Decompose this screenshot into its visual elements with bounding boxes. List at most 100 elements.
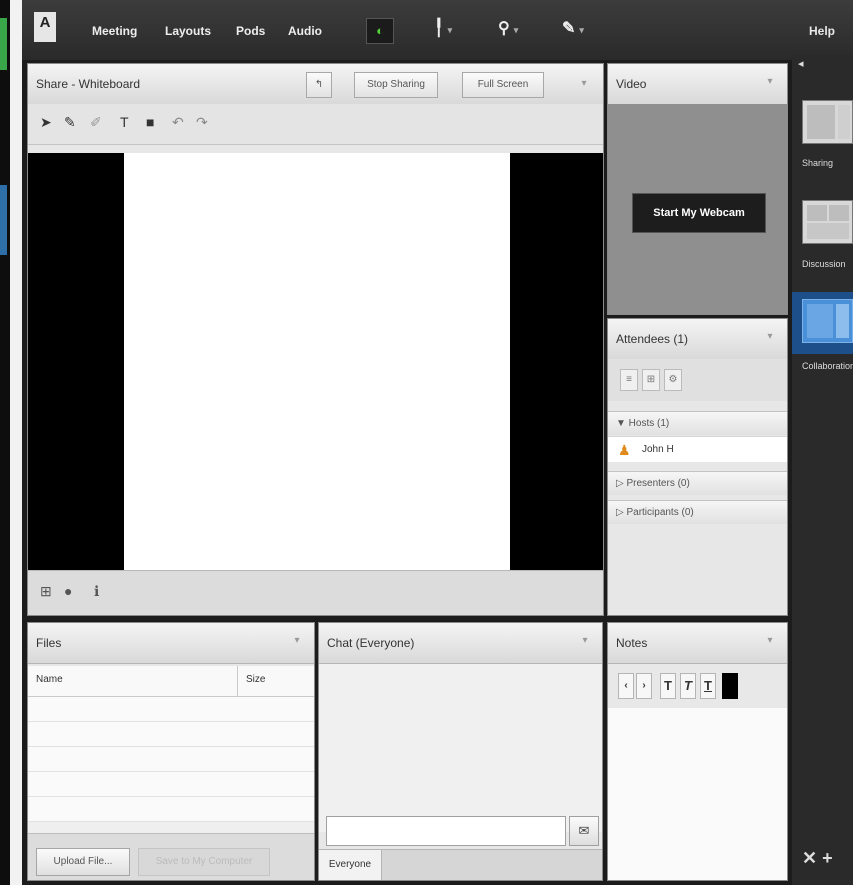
save-to-computer-button[interactable]: Save to My Computer <box>138 848 270 876</box>
italic-icon[interactable]: T <box>680 673 696 699</box>
share-pod-header: Share - Whiteboard ↰ Stop Sharing Full S… <box>28 64 603 105</box>
files-table-header: Name Size <box>28 666 314 697</box>
stop-sharing-button[interactable]: Stop Sharing <box>354 72 438 98</box>
undo-tool-icon[interactable]: ↶ <box>172 114 184 131</box>
start-webcam-button[interactable]: Start My Webcam <box>632 193 766 233</box>
adobe-logo-icon: A <box>34 12 56 42</box>
full-screen-button[interactable]: Full Screen <box>462 72 544 98</box>
attendees-toolbar: ≡ ⊞ ⚙ <box>608 359 787 401</box>
whiteboard-page[interactable] <box>124 153 510 572</box>
notes-toolbar: ‹ › T T T <box>608 664 787 708</box>
presenters-group[interactable]: ▷ Presenters (0) <box>608 471 787 495</box>
host-user-icon: ♟ <box>618 442 631 458</box>
attendee-row[interactable]: ♟ John H <box>608 436 787 462</box>
list-item <box>28 772 314 797</box>
add-layout-icon[interactable]: ✕ + <box>802 848 833 869</box>
video-pod: Video ▾ Start My Webcam <box>607 63 788 315</box>
menu-help[interactable]: Help <box>809 24 835 38</box>
chat-input[interactable] <box>326 816 566 846</box>
participants-group[interactable]: ▷ Participants (0) <box>608 500 787 524</box>
connection-status-icon[interactable]: ◐ <box>366 18 394 44</box>
column-divider <box>237 666 238 696</box>
menu-pods[interactable]: Pods <box>236 24 265 38</box>
notes-text-area[interactable] <box>608 708 787 880</box>
pod-menu-icon[interactable]: ▾ <box>761 331 779 345</box>
people-icon[interactable]: ⚲ ▾ <box>498 18 518 38</box>
collapse-arrow-icon[interactable]: ◂ <box>798 57 804 70</box>
files-list[interactable] <box>28 697 314 833</box>
files-pod-header: Files ▾ <box>28 623 314 664</box>
attendees-pod: Attendees (1) ▾ ≡ ⊞ ⚙ ▼ Hosts (1) ♟ John… <box>607 318 788 616</box>
chat-tabs: Everyone <box>319 849 602 880</box>
tab-everyone[interactable]: Everyone <box>319 850 382 880</box>
highlighter-tool-icon[interactable]: ✐ <box>90 114 102 131</box>
left-edge-strip <box>0 0 22 885</box>
send-message-icon[interactable]: ✉ <box>569 816 599 846</box>
text-tool-icon[interactable]: T <box>120 114 129 130</box>
raise-hand-icon[interactable]: ╿ ▾ <box>434 18 452 38</box>
grid-view-icon[interactable]: ⊞ <box>642 369 660 391</box>
video-area: Start My Webcam <box>608 104 787 314</box>
pod-menu-icon[interactable]: ▾ <box>761 76 779 90</box>
chat-messages <box>319 664 602 832</box>
files-pod-title: Files <box>36 636 62 650</box>
attendees-pod-title: Attendees (1) <box>616 332 689 346</box>
files-footer: Upload File... Save to My Computer <box>28 833 314 880</box>
text-color-icon[interactable] <box>722 673 738 699</box>
layout-thumbnail-sharing[interactable] <box>802 100 853 144</box>
layout-label: Sharing <box>802 158 834 168</box>
files-pod: Files ▾ Name Size Upload File... Save to… <box>27 622 315 881</box>
layout-label: Discussion <box>802 259 846 269</box>
selection-tool-icon[interactable]: ➤ <box>40 114 52 131</box>
font-decrease-icon[interactable]: ‹ <box>618 673 634 699</box>
pod-menu-icon[interactable]: ▾ <box>575 78 593 92</box>
chat-pod: Chat (Everyone) ▾ ✉ Everyone <box>318 622 603 881</box>
layout-thumbnail-collaboration[interactable] <box>802 299 853 343</box>
layout-label: Collaboration <box>802 361 853 371</box>
share-pod-footer: ⊞ ● ℹ <box>28 570 603 615</box>
chat-pod-title: Chat (Everyone) <box>327 636 415 650</box>
list-item <box>28 747 314 772</box>
column-size[interactable]: Size <box>246 674 265 685</box>
video-pod-header: Video ▾ <box>608 64 787 105</box>
bold-icon[interactable]: T <box>660 673 676 699</box>
blue-indicator <box>0 185 7 255</box>
menu-layouts[interactable]: Layouts <box>165 24 211 38</box>
color-icon[interactable]: ● <box>64 583 72 599</box>
underline-icon[interactable]: T <box>700 673 716 699</box>
share-pod-title: Share - Whiteboard <box>36 77 141 91</box>
pen-icon[interactable]: ✎ ▾ <box>562 18 584 38</box>
window-edge <box>10 0 22 885</box>
hosts-group[interactable]: ▼ Hosts (1) <box>608 411 787 435</box>
share-pod: Share - Whiteboard ↰ Stop Sharing Full S… <box>27 63 604 616</box>
pencil-tool-icon[interactable]: ✎ <box>64 114 76 131</box>
list-view-icon[interactable]: ≡ <box>620 369 638 391</box>
info-icon[interactable]: ℹ <box>94 583 99 600</box>
green-indicator <box>0 18 7 70</box>
whiteboard-canvas <box>28 153 603 572</box>
attendees-pod-header: Attendees (1) ▾ <box>608 319 787 360</box>
menu-meeting[interactable]: Meeting <box>92 24 137 38</box>
menu-bar: A Meeting Layouts Pods Audio ◐ ╿ ▾ ⚲ ▾ ✎ ▾ … <box>22 0 853 60</box>
list-item <box>28 722 314 747</box>
redo-tool-icon[interactable]: ↷ <box>196 114 208 131</box>
pod-menu-icon[interactable]: ▾ <box>576 635 594 649</box>
whiteboard-toolbar: ➤ ✎ ✐ T ■ ↶ ↷ <box>28 104 603 145</box>
undo-icon[interactable]: ↰ <box>306 72 332 98</box>
upload-file-button[interactable]: Upload File... <box>36 848 130 876</box>
video-pod-title: Video <box>616 77 647 91</box>
layout-thumbnail-discussion[interactable] <box>802 200 853 244</box>
menu-audio[interactable]: Audio <box>288 24 322 38</box>
shape-tool-icon[interactable]: ■ <box>146 114 154 130</box>
font-increase-icon[interactable]: › <box>636 673 652 699</box>
list-item <box>28 797 314 822</box>
column-name[interactable]: Name <box>36 674 63 685</box>
notes-pod-title: Notes <box>616 636 648 650</box>
notes-pod: Notes ▾ ‹ › T T T <box>607 622 788 881</box>
options-icon[interactable]: ⚙ <box>664 369 682 391</box>
grid-icon[interactable]: ⊞ <box>40 583 52 600</box>
attendee-name: John H <box>642 444 674 455</box>
layouts-bar: ◂ Sharing Discussion Collaboration ✕ + <box>792 55 853 885</box>
pod-menu-icon[interactable]: ▾ <box>761 635 779 649</box>
pod-menu-icon[interactable]: ▾ <box>288 635 306 649</box>
